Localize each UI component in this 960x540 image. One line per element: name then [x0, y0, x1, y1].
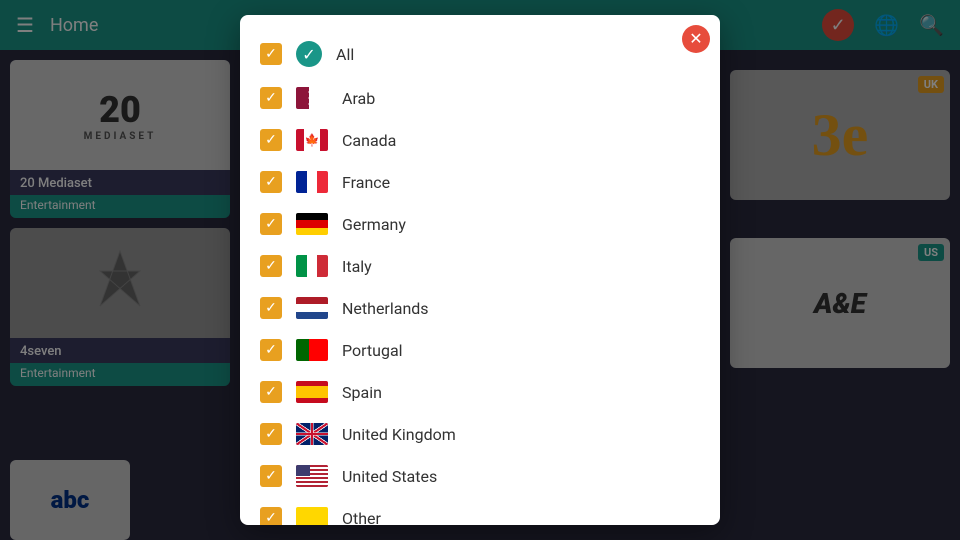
list-item-canada[interactable]: ✓ 🍁 Canada [240, 119, 720, 161]
list-item-spain[interactable]: ✓ Spain [240, 371, 720, 413]
checkbox-arab[interactable]: ✓ [260, 87, 282, 109]
item-label-arab: Arab [342, 89, 375, 108]
flag-spain [296, 381, 328, 403]
check-green-all: ✓ [296, 41, 322, 67]
flag-arab [296, 87, 328, 109]
checkbox-united-states[interactable]: ✓ [260, 465, 282, 487]
check-icon: ✓ [265, 384, 277, 400]
check-icon: ✓ [265, 342, 277, 358]
dialog-close-button[interactable]: ✕ [682, 25, 710, 53]
item-label-spain: Spain [342, 383, 382, 402]
check-icon: ✓ [302, 45, 315, 64]
list-item-united-kingdom[interactable]: ✓ United Kingdom [240, 413, 720, 455]
checkbox-italy[interactable]: ✓ [260, 255, 282, 277]
list-item-all[interactable]: ✓ ✓ All [240, 31, 720, 77]
check-icon: ✓ [265, 258, 277, 274]
check-icon: ✓ [265, 510, 277, 525]
dialog-overlay: ✕ ✓ ✓ All ✓ [0, 0, 960, 540]
item-label-france: France [342, 173, 390, 192]
checkbox-all[interactable]: ✓ [260, 43, 282, 65]
checkbox-united-kingdom[interactable]: ✓ [260, 423, 282, 445]
list-item-italy[interactable]: ✓ Italy [240, 245, 720, 287]
list-item-netherlands[interactable]: ✓ Netherlands [240, 287, 720, 329]
item-label-united-states: United States [342, 467, 437, 486]
checkbox-portugal[interactable]: ✓ [260, 339, 282, 361]
list-item-germany[interactable]: ✓ Germany [240, 203, 720, 245]
checkbox-canada[interactable]: ✓ [260, 129, 282, 151]
item-label-portugal: Portugal [342, 341, 403, 360]
item-label-germany: Germany [342, 215, 406, 234]
item-label-italy: Italy [342, 257, 372, 276]
flag-uk [296, 423, 328, 445]
item-label-all: All [336, 45, 354, 64]
check-icon: ✓ [265, 174, 277, 190]
check-icon: ✓ [265, 46, 277, 62]
list-item-united-states[interactable]: ✓ United States [240, 455, 720, 497]
checkbox-other[interactable]: ✓ [260, 507, 282, 525]
flag-us [296, 465, 328, 487]
check-icon: ✓ [265, 426, 277, 442]
list-item-france[interactable]: ✓ France [240, 161, 720, 203]
flag-canada: 🍁 [296, 129, 328, 151]
list-item-portugal[interactable]: ✓ Portugal [240, 329, 720, 371]
list-item-arab[interactable]: ✓ Arab [240, 77, 720, 119]
item-label-other: Other [342, 509, 381, 526]
flag-netherlands [296, 297, 328, 319]
country-filter-list: ✓ ✓ All ✓ [240, 15, 720, 525]
check-icon: ✓ [265, 132, 277, 148]
check-icon: ✓ [265, 300, 277, 316]
flag-italy [296, 255, 328, 277]
flag-germany [296, 213, 328, 235]
checkbox-france[interactable]: ✓ [260, 171, 282, 193]
checkbox-netherlands[interactable]: ✓ [260, 297, 282, 319]
list-item-other[interactable]: ✓ Other [240, 497, 720, 525]
item-label-united-kingdom: United Kingdom [342, 425, 456, 444]
flag-other [296, 507, 328, 525]
check-icon: ✓ [265, 468, 277, 484]
flag-france [296, 171, 328, 193]
check-icon: ✓ [265, 216, 277, 232]
item-label-canada: Canada [342, 131, 396, 150]
check-icon: ✓ [265, 90, 277, 106]
flag-portugal [296, 339, 328, 361]
checkbox-germany[interactable]: ✓ [260, 213, 282, 235]
checkbox-spain[interactable]: ✓ [260, 381, 282, 403]
filter-dialog: ✕ ✓ ✓ All ✓ [240, 15, 720, 525]
item-label-netherlands: Netherlands [342, 299, 429, 318]
